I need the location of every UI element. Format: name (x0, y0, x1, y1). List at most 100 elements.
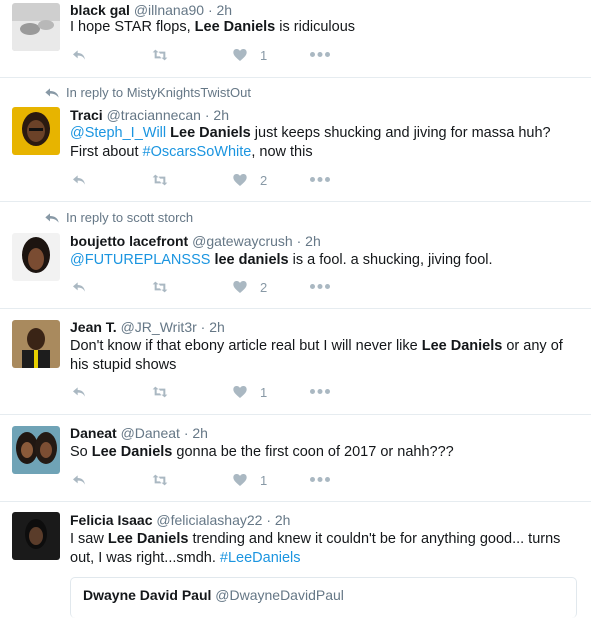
like-button[interactable]: 2 (232, 279, 267, 295)
user-handle[interactable]: @gatewaycrush (192, 233, 293, 249)
timestamp[interactable]: · 2h (297, 233, 321, 249)
hashtag-link[interactable]: #LeeDaniels (220, 550, 301, 566)
mention-link[interactable]: @Steph_I_Will (70, 125, 166, 141)
tweet-header: Traci @traciannecan · 2h (70, 107, 229, 123)
user-handle[interactable]: @JR_Writ3r (121, 319, 197, 335)
quoted-user-handle: @DwayneDavidPaul (215, 587, 344, 603)
more-button[interactable] (310, 283, 330, 290)
reply-context[interactable]: In reply to scott storch (44, 210, 193, 225)
like-count: 1 (260, 47, 268, 63)
retweet-button[interactable] (150, 172, 170, 188)
tweet-text: Don't know if that ebony article real bu… (70, 338, 563, 373)
like-button[interactable]: 1 (232, 472, 267, 488)
tweet-3[interactable]: In reply to scott storch boujetto lacefr… (0, 201, 591, 309)
hashtag-link[interactable]: #OscarsSoWhite (143, 144, 252, 160)
display-name[interactable]: Daneat (70, 425, 117, 441)
mention-link[interactable]: @FUTUREPLANSSS (70, 252, 210, 268)
user-handle[interactable]: @traciannecan (107, 107, 201, 123)
avatar[interactable] (12, 107, 60, 155)
retweet-icon (150, 172, 170, 188)
tweet-header: Felicia Isaac @felicialashay22 · 2h (70, 512, 290, 528)
reply-button[interactable] (70, 384, 88, 400)
like-button[interactable]: 2 (232, 172, 267, 188)
avatar[interactable] (12, 3, 60, 51)
reply-context-label: In reply to scott storch (66, 210, 194, 225)
heart-icon (232, 172, 248, 188)
retweet-button[interactable] (150, 47, 170, 63)
quoted-display-name: Dwayne David Paul (83, 587, 212, 603)
heart-icon (232, 472, 248, 488)
retweet-button[interactable] (150, 279, 170, 295)
heart-icon (232, 279, 248, 295)
tweet-5[interactable]: Daneat @Daneat · 2h So Lee Daniels gonna… (0, 414, 591, 502)
retweet-button[interactable] (150, 384, 170, 400)
retweet-icon (150, 384, 170, 400)
reply-arrow-icon (45, 87, 59, 98)
like-count: 2 (260, 172, 268, 188)
display-name[interactable]: Jean T. (70, 319, 117, 335)
avatar[interactable] (12, 426, 60, 474)
timestamp[interactable]: · 2h (205, 107, 229, 123)
more-button[interactable] (310, 51, 330, 58)
more-icon (310, 388, 330, 395)
reply-button[interactable] (70, 172, 88, 188)
display-name[interactable]: boujetto lacefront (70, 233, 188, 249)
display-name[interactable]: Traci (70, 107, 103, 123)
reply-button[interactable] (70, 47, 88, 63)
tweet-actions: 1 (70, 472, 340, 492)
user-handle[interactable]: @Daneat (121, 425, 180, 441)
reply-icon (70, 384, 88, 400)
reply-button[interactable] (70, 472, 88, 488)
like-count: 1 (260, 472, 268, 488)
tweet-header: Daneat @Daneat · 2h (70, 425, 208, 441)
more-icon (310, 476, 330, 483)
more-button[interactable] (310, 476, 330, 483)
reply-icon (70, 279, 88, 295)
tweet-actions: 2 (70, 279, 340, 299)
like-count: 2 (260, 279, 268, 295)
avatar[interactable] (12, 320, 60, 368)
display-name[interactable]: Felicia Isaac (70, 512, 153, 528)
tweet-header: boujetto lacefront @gatewaycrush · 2h (70, 233, 321, 249)
timestamp[interactable]: · 2h (184, 425, 208, 441)
more-icon (310, 176, 330, 183)
more-button[interactable] (310, 388, 330, 395)
user-handle[interactable]: @felicialashay22 (156, 512, 262, 528)
reply-context[interactable]: In reply to MistyKnightsTwistOut (44, 85, 251, 100)
avatar[interactable] (12, 233, 60, 281)
reply-icon (70, 172, 88, 188)
reply-arrow-icon (45, 212, 59, 223)
user-handle[interactable]: @illnana90 (134, 2, 204, 18)
tweet-actions: 1 (70, 47, 340, 67)
tweet-actions: 2 (70, 172, 340, 192)
timestamp[interactable]: · 2h (266, 512, 290, 528)
retweet-icon (150, 47, 170, 63)
more-icon (310, 283, 330, 290)
display-name[interactable]: black gal (70, 2, 130, 18)
tweet-text: @FUTUREPLANSSS lee daniels is a fool. a … (70, 252, 493, 268)
more-button[interactable] (310, 176, 330, 183)
timestamp[interactable]: · 2h (208, 2, 232, 18)
retweet-icon (150, 472, 170, 488)
reply-context-label: In reply to MistyKnightsTwistOut (66, 85, 251, 100)
like-button[interactable]: 1 (232, 384, 267, 400)
reply-button[interactable] (70, 279, 88, 295)
tweet-2[interactable]: In reply to MistyKnightsTwistOut Traci @… (0, 77, 591, 202)
avatar[interactable] (12, 512, 60, 560)
quoted-tweet[interactable]: Dwayne David Paul @DwayneDavidPaul (70, 577, 577, 618)
tweet-text: I saw Lee Daniels trending and knew it c… (70, 531, 561, 566)
tweet-text: @Steph_I_Will Lee Daniels just keeps shu… (70, 125, 551, 160)
like-button[interactable]: 1 (232, 47, 267, 63)
tweet-header: black gal @illnana90 · 2h (70, 2, 232, 18)
tweet-actions: 1 (70, 384, 340, 404)
retweet-icon (150, 279, 170, 295)
more-icon (310, 51, 330, 58)
retweet-button[interactable] (150, 472, 170, 488)
heart-icon (232, 384, 248, 400)
reply-icon (70, 472, 88, 488)
tweet-4[interactable]: Jean T. @JR_Writ3r · 2h Don't know if th… (0, 308, 591, 415)
tweet-6[interactable]: Felicia Isaac @felicialashay22 · 2h I sa… (0, 501, 591, 618)
tweet-1[interactable]: black gal @illnana90 · 2h I hope STAR fl… (0, 0, 591, 78)
timestamp[interactable]: · 2h (201, 319, 225, 335)
like-count: 1 (260, 384, 268, 400)
